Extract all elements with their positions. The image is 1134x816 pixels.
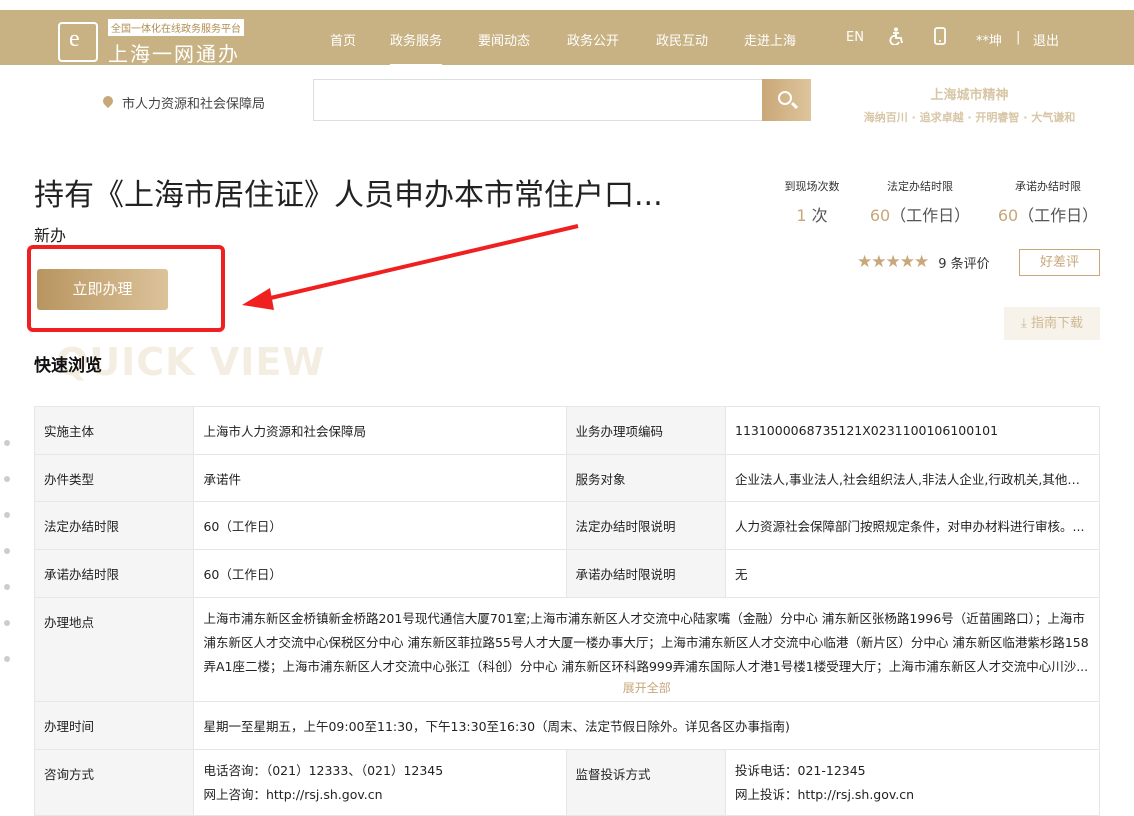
rating: ★★★★★ 9 条评价 xyxy=(857,252,990,272)
phone-consult: 电话咨询：（021）12333、（021）12345 xyxy=(203,762,444,778)
review-button[interactable]: 好差评 xyxy=(1019,249,1100,276)
stat-legal-limit: 法定办结时限 60（工作日） xyxy=(864,178,976,226)
table-key: 法定办结时限 xyxy=(33,501,195,550)
download-icon: ⤓ xyxy=(1021,316,1027,331)
stat-visits-unit: 次 xyxy=(811,206,828,225)
guide-download-button[interactable]: ⤓ 指南下载 xyxy=(1004,307,1100,340)
web-consult: 网上咨询：http://rsj.sh.gov.cn xyxy=(203,786,383,802)
legal-limit-desc: 人力资源社会保障部门按照规定条件，对申办材料进行审核。... xyxy=(735,519,1085,534)
table-value: 无 xyxy=(725,549,1100,598)
table-value: 电话咨询：（021）12333、（021）12345 网上咨询：http://r… xyxy=(193,749,567,816)
table-value: 60（工作日） xyxy=(193,549,567,598)
table-value: 1131000068735121X0231100106100101 xyxy=(725,406,1100,455)
stat-legal-unit: （工作日） xyxy=(890,206,971,225)
table-key: 服务对象 xyxy=(565,454,726,502)
stat-visits: 到现场次数 1 次 xyxy=(778,178,846,226)
stat-promise-limit: 承诺办结时限 60（工作日） xyxy=(992,178,1104,226)
stat-legal-label: 法定办结时限 xyxy=(887,180,953,193)
table-key: 承诺办结时限 xyxy=(33,549,195,598)
table-value: 上海市人力资源和社会保障局 xyxy=(193,406,567,455)
guide-download-label: 指南下载 xyxy=(1030,316,1083,331)
stat-visits-value: 1 xyxy=(796,206,807,225)
table-row: 实施主体 上海市人力资源和社会保障局 业务办理项编码 1131000068735… xyxy=(33,406,1100,455)
table-row: 办理时间 星期一至星期五，上午09:00至11:30，下午13:30至16:30… xyxy=(33,701,1100,750)
table-key: 法定办结时限说明 xyxy=(565,501,726,550)
table-key: 承诺办结时限说明 xyxy=(565,549,726,598)
quick-view-title: 快速浏览 xyxy=(34,356,102,376)
table-key: 办理时间 xyxy=(33,701,195,750)
table-value: 投诉电话：021-12345 网上投诉：http://rsj.sh.gov.cn xyxy=(725,749,1100,816)
table-key: 办理地点 xyxy=(33,597,195,702)
stat-promise-unit: （工作日） xyxy=(1018,206,1099,225)
stat-visits-label: 到现场次数 xyxy=(784,180,840,193)
complaint-web: 网上投诉：http://rsj.sh.gov.cn xyxy=(735,786,915,802)
table-value: 60（工作日） xyxy=(193,501,567,550)
table-row: 办理地点 上海市浦东新区金桥镇新金桥路201号现代通信大厦701室;上海市浦东新… xyxy=(33,597,1100,702)
table-value: 企业法人,事业法人,社会组织法人,非法人企业,行政机关,其他组织 xyxy=(725,454,1100,502)
expand-all-link[interactable]: 展开全部 xyxy=(203,679,1090,697)
table-key: 咨询方式 xyxy=(33,749,195,816)
complaint-phone: 投诉电话：021-12345 xyxy=(735,762,866,778)
table-value: 上海市浦东新区金桥镇新金桥路201号现代通信大厦701室;上海市浦东新区人才交流… xyxy=(193,597,1100,702)
table-value: 承诺件 xyxy=(193,454,567,502)
side-scroll-indicator xyxy=(4,440,10,692)
table-row: 承诺办结时限 60（工作日） 承诺办结时限说明 无 xyxy=(33,549,1100,598)
stat-promise-value: 60 xyxy=(997,206,1019,225)
table-value: 人力资源社会保障部门按照规定条件，对申办材料进行审核。... xyxy=(725,501,1100,550)
service-target-text: 企业法人,事业法人,社会组织法人,非法人企业,行政机关,其他组织 xyxy=(735,471,1090,487)
table-key: 办件类型 xyxy=(33,454,195,502)
stat-promise-label: 承诺办结时限 xyxy=(1015,180,1081,193)
address-text: 上海市浦东新区金桥镇新金桥路201号现代通信大厦701室;上海市浦东新区人才交流… xyxy=(203,610,1089,674)
table-key: 监督投诉方式 xyxy=(565,749,726,816)
table-row: 办件类型 承诺件 服务对象 企业法人,事业法人,社会组织法人,非法人企业,行政机… xyxy=(33,454,1100,502)
table-key: 实施主体 xyxy=(33,406,195,455)
service-info-table: 实施主体 上海市人力资源和社会保障局 业务办理项编码 1131000068735… xyxy=(33,406,1100,816)
stat-legal-value: 60 xyxy=(869,206,891,225)
table-row: 法定办结时限 60（工作日） 法定办结时限说明 人力资源社会保障部门按照规定条件… xyxy=(33,501,1100,550)
rating-stars-icon: ★★★★★ xyxy=(857,252,929,272)
table-row: 咨询方式 电话咨询：（021）12333、（021）12345 网上咨询：htt… xyxy=(33,749,1100,816)
table-key: 业务办理项编码 xyxy=(565,406,726,455)
table-value: 星期一至星期五，上午09:00至11:30，下午13:30至16:30（周末、法… xyxy=(193,701,1100,750)
rating-count[interactable]: 9 条评价 xyxy=(938,253,989,272)
